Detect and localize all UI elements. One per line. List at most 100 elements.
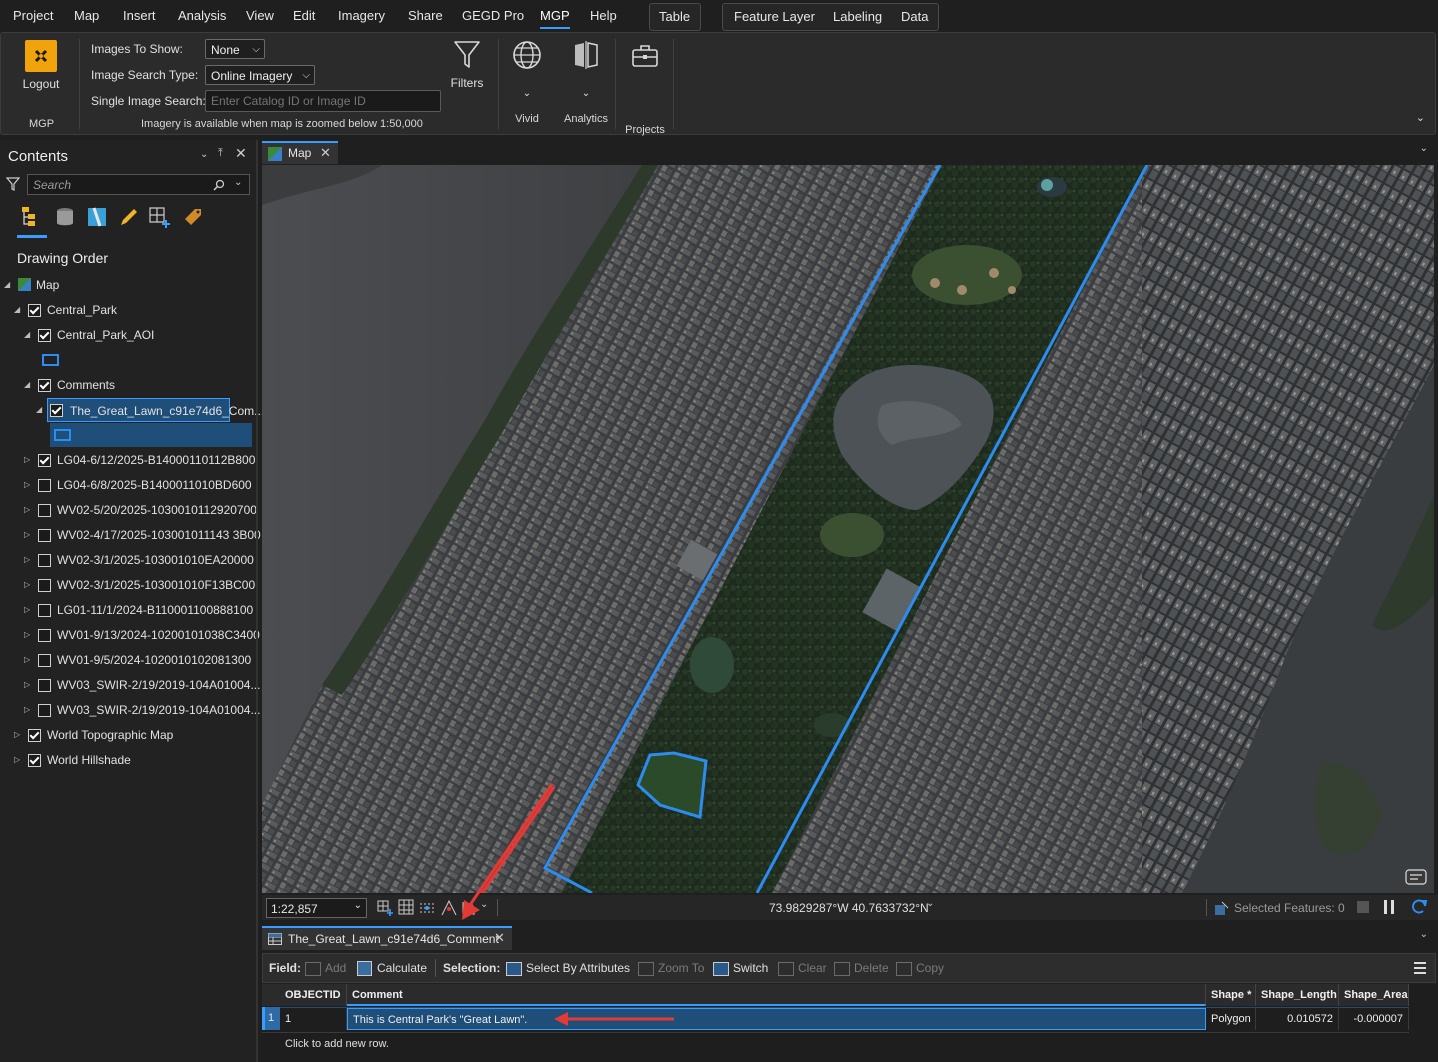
projects-button[interactable]: Projects [621, 37, 669, 136]
add-field-button[interactable]: Add [305, 954, 346, 982]
contents-item[interactable]: ▷ LG04-6/12/2025-B14000110112B800 [0, 448, 255, 472]
visibility-checkbox[interactable] [38, 704, 51, 717]
polygon-symbol-icon[interactable] [54, 429, 71, 441]
analytics-button[interactable]: ⌄ Analytics [562, 37, 610, 131]
menu-project[interactable]: Project [13, 0, 53, 32]
filters-button[interactable]: Filters [445, 37, 489, 93]
inference-icon[interactable] [440, 899, 458, 917]
cell-comment[interactable]: This is Central Park's "Great Lawn". [347, 1008, 1206, 1030]
table-options-menu-icon[interactable] [1413, 961, 1427, 975]
expand-icon[interactable]: ▷ [24, 523, 30, 547]
chevron-down-icon[interactable]: ⌄ [1420, 143, 1428, 154]
menu-labeling[interactable]: Labeling [833, 4, 882, 30]
expand-icon[interactable]: ▷ [24, 698, 30, 722]
visibility-checkbox[interactable] [38, 554, 51, 567]
visibility-checkbox[interactable] [50, 404, 63, 417]
contents-item[interactable]: ▷ LG04-6/8/2025-B1400011010BD600 [0, 473, 254, 497]
row-number[interactable]: 1 [262, 1007, 280, 1030]
list-by-selection-icon[interactable] [86, 206, 108, 228]
clear-selection-button[interactable]: Clear [778, 954, 827, 982]
visibility-checkbox[interactable] [28, 754, 41, 767]
map-view[interactable] [262, 165, 1434, 893]
polygon-symbol-icon[interactable] [42, 354, 59, 366]
collapse-icon[interactable]: ◢ [4, 273, 10, 297]
menu-gegd-pro[interactable]: GEGD Pro [462, 0, 524, 32]
visibility-checkbox[interactable] [38, 479, 51, 492]
cell-shape-area[interactable]: -0.000007 [1339, 1008, 1409, 1030]
collapse-icon[interactable]: ◢ [14, 298, 20, 322]
contents-item[interactable]: ▷ WV01-9/13/2024-10200101038C3400 [0, 623, 260, 647]
contents-item[interactable]: ▷ LG01-11/1/2024-B110001100888100 [0, 598, 254, 622]
contents-item[interactable]: ▷ World Hillshade [0, 748, 254, 772]
visibility-checkbox[interactable] [38, 379, 51, 392]
contents-item[interactable]: ▷ WV03_SWIR-2/19/2019-104A01004... [0, 698, 260, 722]
contents-item[interactable]: ▷ World Topographic Map [0, 723, 254, 747]
contents-item[interactable]: ◢ Comments [0, 373, 254, 397]
visibility-checkbox[interactable] [38, 454, 51, 467]
close-icon[interactable]: ✕ [320, 145, 331, 161]
collapse-icon[interactable]: ◢ [36, 398, 42, 422]
visibility-checkbox[interactable] [38, 629, 51, 642]
menu-help[interactable]: Help [590, 0, 617, 32]
single-image-search-input[interactable] [205, 90, 441, 112]
expand-icon[interactable]: ▷ [24, 498, 30, 522]
expand-icon[interactable]: ▷ [24, 673, 30, 697]
column-header-shape-area[interactable]: Shape_Area [1339, 984, 1409, 1006]
menu-map[interactable]: Map [74, 0, 99, 32]
clear-selection-icon[interactable] [1356, 900, 1370, 914]
symbology-row[interactable] [0, 348, 254, 372]
expand-icon[interactable]: ▷ [24, 598, 30, 622]
expand-icon[interactable]: ▷ [24, 548, 30, 572]
menu-insert[interactable]: Insert [123, 0, 156, 32]
column-header-comment[interactable]: Comment [347, 984, 1206, 1006]
contents-item[interactable]: ▷ WV03_SWIR-2/19/2019-104A01004... [0, 673, 260, 697]
delete-selection-button[interactable]: Delete [834, 954, 889, 982]
select-by-attributes-button[interactable]: Select By Attributes [506, 954, 630, 982]
pane-options-icon[interactable]: ⌄ [200, 149, 208, 160]
menu-table[interactable]: Table [659, 4, 690, 30]
image-search-type-dropdown[interactable]: Online Imagery ⌵ [205, 65, 315, 85]
contents-item[interactable]: ▷ WV02-5/20/2025-1030010112920700 [0, 498, 257, 522]
menu-imagery[interactable]: Imagery [338, 0, 385, 32]
expand-icon[interactable]: ▷ [24, 623, 30, 647]
expand-icon[interactable]: ▷ [24, 448, 30, 472]
collapse-icon[interactable]: ◢ [24, 373, 30, 397]
pause-drawing-icon[interactable] [1382, 899, 1396, 915]
chevron-down-icon[interactable]: ⌄ [1420, 929, 1428, 940]
menu-mgp[interactable]: MGP [540, 0, 570, 32]
close-icon[interactable]: ✕ [235, 145, 247, 162]
visibility-checkbox[interactable] [38, 579, 51, 592]
copy-selection-button[interactable]: Copy [896, 954, 944, 982]
zoom-to-button[interactable]: Zoom To [638, 954, 704, 982]
column-header-shape[interactable]: Shape * [1206, 984, 1256, 1006]
cell-objectid[interactable]: 1 [280, 1008, 347, 1030]
contents-item[interactable]: ▷ WV02-4/17/2025-103001011143 3B00 [0, 523, 261, 547]
map-tips-icon[interactable] [1404, 867, 1428, 889]
visibility-checkbox[interactable] [38, 654, 51, 667]
chevron-down-icon[interactable]: ⌄ [234, 177, 242, 188]
expand-icon[interactable]: ▷ [14, 748, 20, 772]
add-row-area[interactable]: Click to add new row. [262, 1032, 1409, 1056]
contents-item[interactable]: ◢ The_Great_Lawn_c91e74d6_Com... [0, 398, 264, 422]
list-by-drawing-order-button[interactable] [17, 204, 47, 238]
cell-shape[interactable]: Polygon [1206, 1008, 1256, 1030]
contents-item[interactable]: ◢ Map [0, 273, 254, 297]
pin-icon[interactable]: ⤒ [218, 147, 223, 160]
chevron-down-icon[interactable]: ⌄ [926, 898, 934, 909]
visibility-checkbox[interactable] [38, 604, 51, 617]
tab-map[interactable]: Map ✕ [262, 141, 338, 164]
switch-selection-button[interactable]: Switch [713, 954, 768, 982]
chevron-down-icon[interactable]: ⌄ [480, 899, 488, 910]
pane-splitter[interactable] [256, 140, 258, 1062]
constraints-icon[interactable] [418, 899, 436, 917]
menu-data[interactable]: Data [901, 4, 928, 30]
select-all-corner[interactable] [262, 984, 281, 1006]
list-by-snapping-icon[interactable] [148, 206, 172, 230]
list-by-source-icon[interactable] [54, 206, 76, 228]
scale-dropdown[interactable]: 1:22,857 ⌄ [266, 898, 367, 918]
cell-shape-length[interactable]: 0.010572 [1256, 1008, 1339, 1030]
list-by-editing-icon[interactable] [118, 206, 140, 228]
menu-share[interactable]: Share [408, 0, 443, 32]
images-to-show-dropdown[interactable]: None ⌵ [205, 39, 265, 59]
contents-item[interactable]: ◢ Central_Park_AOI [0, 323, 254, 347]
